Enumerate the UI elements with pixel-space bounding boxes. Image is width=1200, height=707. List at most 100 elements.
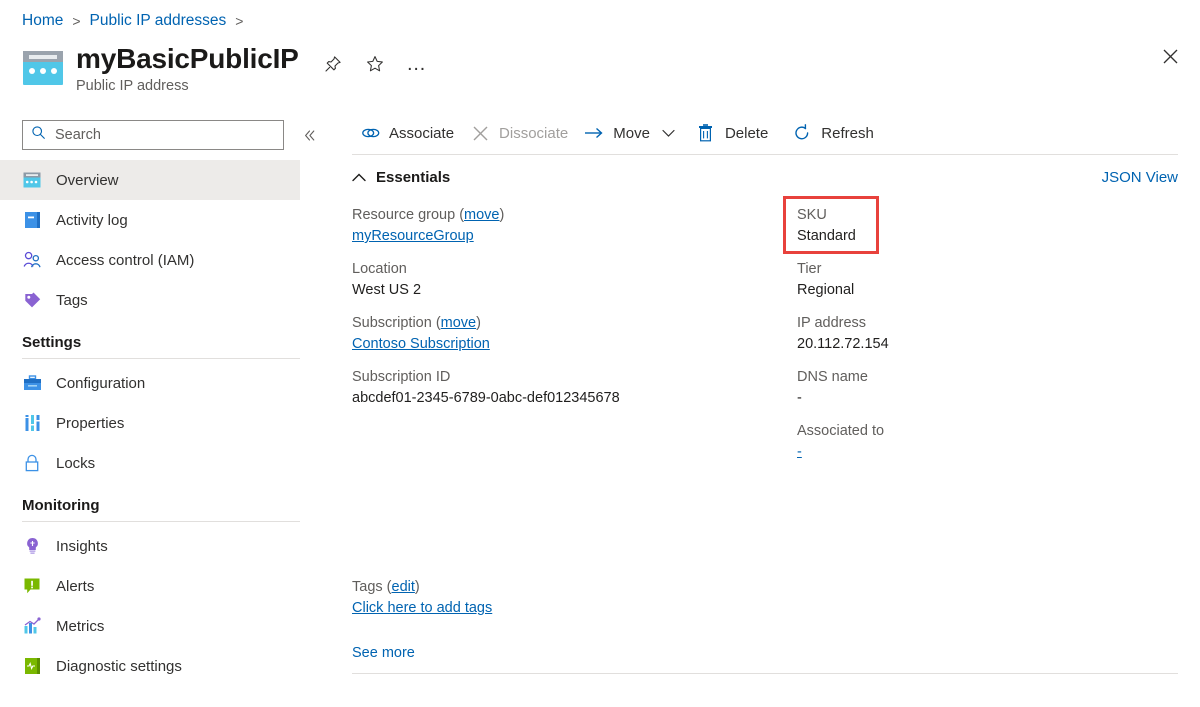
sidebar-item-activity-log[interactable]: Activity log [0, 200, 300, 240]
sidebar-item-label: Metrics [56, 617, 105, 635]
dissociate-button[interactable]: Dissociate [462, 117, 576, 149]
field-value: - [797, 442, 1177, 463]
field-label-text: Resource group [352, 207, 456, 223]
field-label-text: Tags [352, 579, 383, 595]
chevron-up-icon [352, 173, 366, 182]
search-box[interactable] [22, 120, 284, 150]
field-label-text: Subscription [352, 315, 432, 331]
link-icon [360, 123, 380, 143]
sidebar-item-configuration[interactable]: Configuration [0, 363, 300, 403]
command-toolbar: Associate Dissociate Move Delete Refresh [352, 112, 1200, 154]
breadcrumb-separator: > [235, 13, 244, 29]
field-tags: Tags (edit) Click here to add tags [352, 577, 1182, 619]
sidebar-item-label: Insights [56, 537, 108, 555]
sidebar-item-diagnostic-settings[interactable]: Diagnostic settings [0, 646, 300, 686]
move-button[interactable]: Move [576, 117, 658, 149]
essentials-right-column: SKU Standard Tier Regional IP address 20… [797, 205, 1177, 475]
sidebar-top-items: Overview Activity log Access control (IA… [0, 160, 340, 320]
pin-icon[interactable] [321, 52, 345, 76]
trash-icon [696, 123, 716, 143]
refresh-button[interactable]: Refresh [784, 117, 882, 149]
see-more-link[interactable]: See more [352, 645, 415, 661]
activity-log-icon [22, 210, 42, 230]
field-location: Location West US 2 [352, 259, 782, 301]
json-view-link[interactable]: JSON View [1102, 169, 1178, 186]
essentials-toggle[interactable]: Essentials [352, 169, 450, 186]
field-resource-group: Resource group (move) myResourceGroup [352, 205, 782, 247]
associate-label: Associate [389, 124, 455, 142]
associate-button[interactable]: Associate [352, 117, 462, 149]
field-tier: Tier Regional [797, 259, 1177, 301]
field-value: 20.112.72.154 [797, 336, 889, 352]
lock-icon [22, 453, 42, 473]
field-value: Regional [797, 282, 855, 298]
breadcrumb-item-home[interactable]: Home [22, 12, 63, 30]
sidebar-item-label: Access control (IAM) [56, 251, 195, 269]
sidebar-item-tags[interactable]: Tags [0, 280, 300, 320]
associated-to-link[interactable]: - [797, 444, 802, 460]
sidebar-item-access-control[interactable]: Access control (IAM) [0, 240, 300, 280]
metrics-chart-icon [22, 616, 42, 636]
close-icon[interactable] [1154, 40, 1186, 72]
sidebar-item-label: Overview [56, 171, 119, 189]
field-ip-address: IP address 20.112.72.154 [797, 313, 1177, 355]
refresh-icon [792, 123, 812, 143]
favorite-star-icon[interactable] [363, 52, 387, 76]
sidebar-item-insights[interactable]: Insights [0, 526, 300, 566]
insights-lightbulb-icon [22, 536, 42, 556]
field-label: Subscription ID [352, 369, 451, 385]
field-label: Tier [797, 261, 822, 277]
subscription-move-link[interactable]: move [441, 315, 476, 331]
sidebar-group-monitoring: Monitoring [0, 497, 300, 522]
field-label: Tags (edit) [352, 579, 420, 595]
field-label: IP address [797, 315, 867, 331]
resource-group-link[interactable]: myResourceGroup [352, 228, 474, 244]
search-icon [31, 125, 46, 145]
field-subscription: Subscription (move) Contoso Subscription [352, 313, 782, 355]
sidebar-item-alerts[interactable]: Alerts [0, 566, 300, 606]
arrow-right-icon [584, 123, 604, 143]
field-label: DNS name [797, 369, 868, 385]
field-value: Contoso Subscription [352, 334, 782, 355]
sidebar-item-label: Properties [56, 414, 125, 432]
field-value: West US 2 [352, 282, 422, 298]
sidebar-item-properties[interactable]: Properties [0, 403, 300, 443]
essentials-header: Essentials JSON View [352, 159, 1178, 195]
chevron-down-icon[interactable] [658, 117, 680, 149]
sidebar-item-label: Tags [56, 291, 88, 309]
field-label: Associated to [797, 423, 885, 439]
more-ellipsis-icon[interactable]: … [405, 52, 429, 76]
resource-group-move-link[interactable]: move [464, 207, 499, 223]
sidebar-item-label: Alerts [56, 577, 95, 595]
tags-edit-link[interactable]: edit [392, 579, 415, 595]
field-value: Standard [797, 228, 856, 244]
tags-icon [22, 290, 42, 310]
subscription-link[interactable]: Contoso Subscription [352, 336, 490, 352]
delete-button[interactable]: Delete [688, 117, 776, 149]
search-input[interactable] [53, 122, 275, 148]
essentials-label: Essentials [376, 168, 451, 186]
divider [352, 673, 1178, 674]
field-value: myResourceGroup [352, 226, 782, 247]
field-label: Resource group (move) [352, 207, 505, 223]
delete-label: Delete [724, 124, 769, 142]
diagnostic-settings-icon [22, 656, 42, 676]
field-label: Location [352, 261, 407, 277]
breadcrumb-item-public-ip-addresses[interactable]: Public IP addresses [90, 12, 227, 30]
sidebar-group-monitoring-items: Insights Alerts Metrics Diagnostic setti… [0, 526, 340, 686]
sidebar-item-overview[interactable]: Overview [0, 160, 300, 200]
public-ip-address-icon [22, 49, 64, 87]
sidebar-item-label: Activity log [56, 211, 128, 229]
sidebar-item-locks[interactable]: Locks [0, 443, 300, 483]
add-tags-link[interactable]: Click here to add tags [352, 600, 492, 616]
field-value: abcdef01-2345-6789-0abc-def012345678 [352, 390, 620, 406]
essentials-footer: Tags (edit) Click here to add tags See m… [352, 577, 1182, 674]
x-icon [470, 123, 490, 143]
field-value: Click here to add tags [352, 598, 1182, 619]
page-header: myBasicPublicIP Public IP address … [22, 42, 429, 94]
sidebar-item-label: Locks [56, 454, 96, 472]
sidebar-group-settings-items: Configuration Properties Locks [0, 363, 340, 483]
chevron-double-left-icon[interactable] [296, 122, 322, 148]
sidebar-item-metrics[interactable]: Metrics [0, 606, 300, 646]
overview-icon [22, 170, 42, 190]
